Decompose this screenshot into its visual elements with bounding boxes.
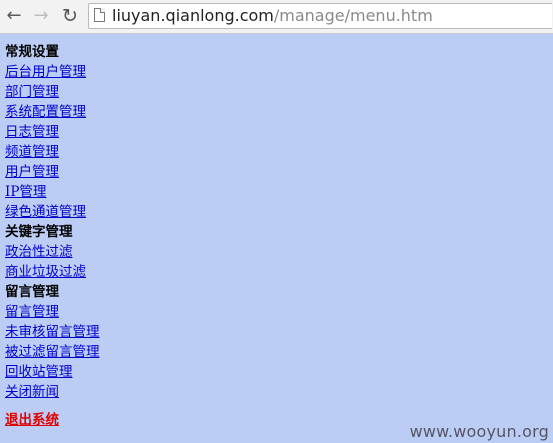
menu-link[interactable]: 留言管理 [5, 304, 59, 320]
url-host: liuyan.qianlong.com [112, 6, 274, 25]
menu-section-heading: 常规设置 [5, 44, 59, 60]
menu-link[interactable]: 部门管理 [5, 84, 59, 100]
url-path: /manage/menu.htm [273, 6, 433, 25]
page-content: 常规设置后台用户管理 部门管理系统配置管理 日志管理频道管理用户管理 IP管理绿色通道… [0, 34, 553, 443]
menu-item: 留言管理 [5, 302, 100, 322]
menu-section-heading: 留言管理 [5, 284, 59, 300]
menu-item: IP管理 [5, 182, 100, 202]
address-bar[interactable]: liuyan.qianlong.com/manage/menu.htm [88, 3, 552, 29]
url-text[interactable]: liuyan.qianlong.com/manage/menu.htm [112, 6, 433, 26]
menu-item: 被过滤留言管理 [5, 342, 100, 362]
menu-item: 关闭新闻 [5, 382, 100, 402]
menu-link[interactable]: 商业垃圾过滤 [5, 264, 86, 280]
menu-link[interactable]: 用户管理 [5, 164, 59, 180]
menu-item: 日志管理 [5, 122, 100, 142]
menu-link[interactable]: 日志管理 [5, 124, 59, 140]
reload-icon[interactable]: ↻ [60, 6, 80, 26]
menu-link[interactable]: 频道管理 [5, 144, 59, 160]
menu-item: 绿色通道管理 [5, 202, 100, 222]
menu-link[interactable]: 未审核留言管理 [5, 324, 100, 340]
menu-link[interactable]: 关闭新闻 [5, 384, 59, 400]
menu-link[interactable]: 后台用户管理 [5, 64, 86, 80]
menu-item: 政治性过滤 [5, 242, 100, 262]
menu-item: 部门管理 [5, 82, 100, 102]
menu-item: 频道管理 [5, 142, 100, 162]
menu-item: 回收站管理 [5, 362, 100, 382]
menu-link[interactable]: 回收站管理 [5, 364, 73, 380]
admin-menu: 常规设置后台用户管理 部门管理系统配置管理 日志管理频道管理用户管理 IP管理绿色通道… [5, 42, 100, 402]
menu-item: 用户管理 [5, 162, 100, 182]
logout-link[interactable]: 退出系统 [5, 410, 59, 430]
forward-arrow-icon[interactable]: → [31, 6, 51, 26]
menu-section-heading: 关键字管理 [5, 224, 73, 240]
menu-item: 未审核留言管理 [5, 322, 100, 342]
menu-link[interactable]: 系统配置管理 [5, 104, 86, 120]
page-icon [94, 8, 105, 22]
browser-toolbar: ← → ↻ liuyan.qianlong.com/manage/menu.ht… [0, 0, 553, 34]
menu-link[interactable]: 被过滤留言管理 [5, 344, 100, 360]
menu-item: 商业垃圾过滤 [5, 262, 100, 282]
menu-link[interactable]: IP管理 [5, 184, 46, 200]
watermark: www.wooyun.org [409, 422, 549, 441]
menu-item: 系统配置管理 [5, 102, 100, 122]
menu-link[interactable]: 绿色通道管理 [5, 204, 86, 220]
menu-item: 后台用户管理 [5, 62, 100, 82]
menu-link[interactable]: 政治性过滤 [5, 244, 73, 260]
back-arrow-icon[interactable]: ← [4, 6, 24, 26]
